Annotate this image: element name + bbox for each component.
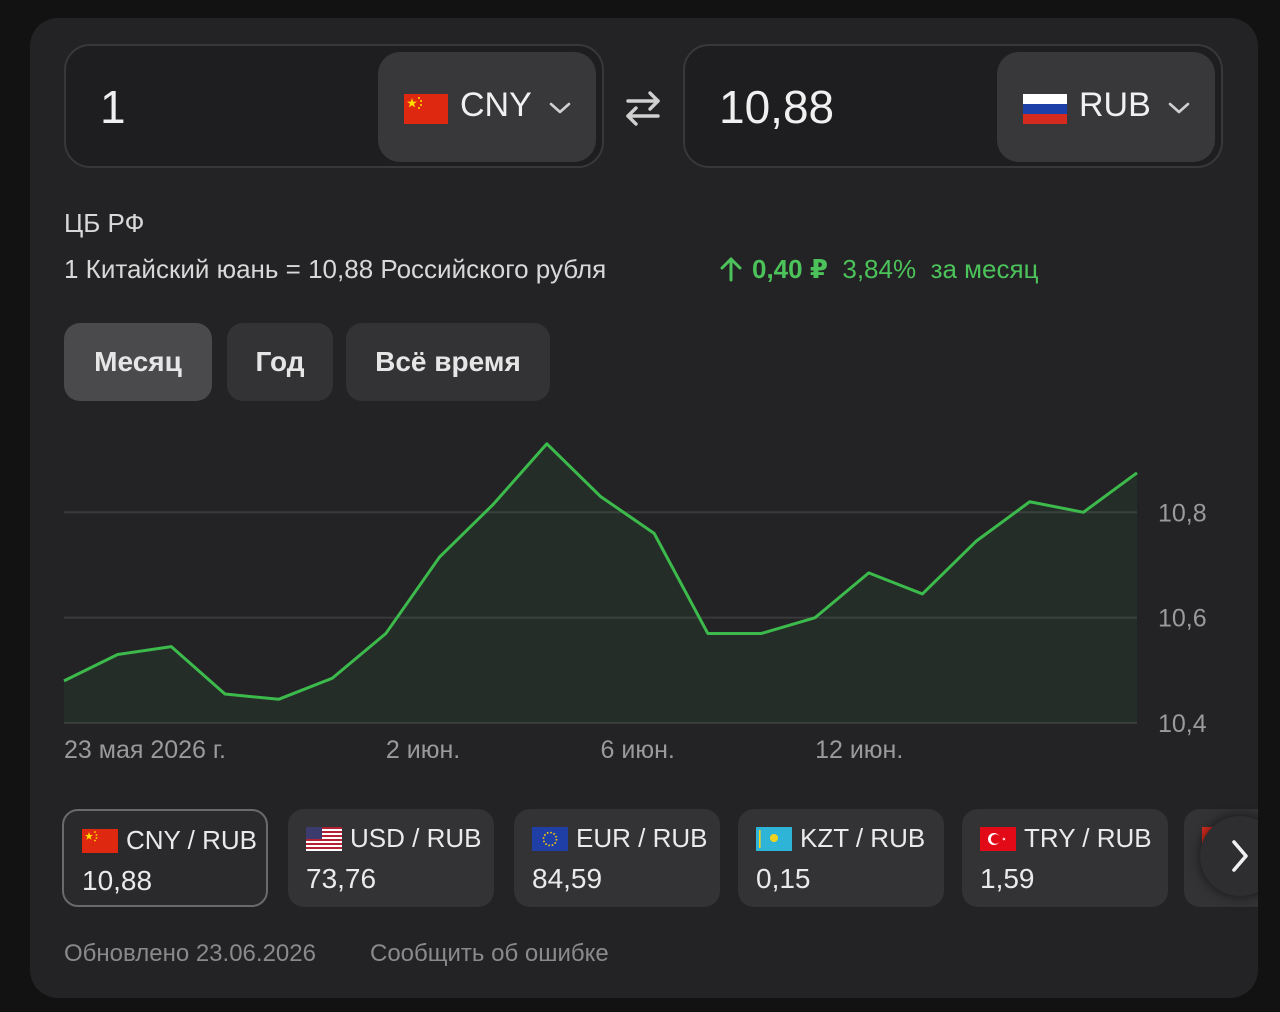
rate-change: 0,40 ₽ 3,84% за месяц [718,254,1038,285]
to-currency-code: RUB [1079,86,1151,124]
pair-name: KZT / RUB [800,823,926,853]
currency-converter-card: 1 CNY 10,88 RUB ЦБ РФ 1 Китайский юань =… [30,18,1258,998]
y-tick-label: 10,4 [1158,710,1207,738]
change-absolute: 0,40 ₽ [752,254,828,284]
tab-year-label: Год [255,346,305,377]
from-currency-select[interactable]: CNY [378,52,596,162]
china-flag-icon [82,829,118,853]
pair-usd-rub[interactable]: USD / RUB 73,76 [288,809,494,907]
change-period: за месяц [930,254,1039,284]
to-currency-select[interactable]: RUB [997,52,1215,162]
tab-year[interactable]: Год [227,323,333,401]
pair-value: 73,76 [306,863,377,894]
arrow-up-icon [720,257,742,282]
tab-month[interactable]: Месяц [64,323,212,401]
currency-pairs-list: CNY / RUB 10,88 USD / RUB 73,76 EUR / RU… [62,809,1258,909]
rate-chart[interactable]: 10,8 10,6 10,4 23 мая 2026 г. 2 июн. 6 июн. 12… [30,408,1258,778]
pair-value: 10,88 [82,865,153,896]
scroll-next-button[interactable] [1200,816,1258,896]
to-amount-box[interactable]: 10,88 RUB [683,44,1223,168]
pair-value: 0,15 [756,863,811,894]
chevron-down-icon [1168,102,1190,114]
change-percent: 3,84% [842,254,917,284]
turkey-flag-icon [980,827,1016,851]
swap-currencies-icon[interactable] [620,88,666,128]
pair-kzt-rub[interactable]: KZT / RUB 0,15 [738,809,944,907]
usa-flag-icon [306,827,342,851]
pair-name: EUR / RUB [576,823,708,853]
updated-date: Обновлено 23.06.2026 [64,940,316,967]
chevron-right-icon [1232,840,1248,872]
tab-all-time[interactable]: Всё время [346,323,550,401]
pair-try-rub[interactable]: TRY / RUB 1,59 [962,809,1168,907]
y-tick-label: 10,8 [1158,499,1207,527]
chevron-down-icon [549,102,571,114]
russia-flag-icon [1023,94,1067,124]
kazakhstan-flag-icon [756,827,792,851]
pair-eur-rub[interactable]: EUR / RUB 84,59 [514,809,720,907]
x-tick-label: 6 июн. [601,736,675,764]
report-error-link[interactable]: Сообщить об ошибке [370,940,609,968]
x-tick-label: 23 мая 2026 г. [64,736,226,764]
pair-name: CNY / RUB [126,825,257,855]
pair-value: 1,59 [980,863,1035,894]
to-amount-input[interactable]: 10,88 [719,80,834,134]
rate-source: ЦБ РФ [64,208,145,238]
pair-value: 84,59 [532,863,603,894]
pair-name: USD / RUB [350,823,482,853]
eu-flag-icon [532,827,568,851]
x-tick-label: 2 июн. [386,736,460,764]
y-tick-label: 10,6 [1158,605,1207,633]
from-amount-box[interactable]: 1 CNY [64,44,604,168]
china-flag-icon [404,94,448,124]
from-currency-code: CNY [460,86,532,124]
pair-name: TRY / RUB [1024,823,1152,853]
x-tick-label: 12 июн. [815,736,903,764]
rate-description: 1 Китайский юань = 10,88 Российского руб… [64,254,607,284]
from-amount-input[interactable]: 1 [100,80,126,134]
pair-cny-rub[interactable]: CNY / RUB 10,88 [62,809,268,907]
tab-month-label: Месяц [94,346,182,377]
tab-all-time-label: Всё время [375,346,521,377]
chart-area [64,443,1137,723]
